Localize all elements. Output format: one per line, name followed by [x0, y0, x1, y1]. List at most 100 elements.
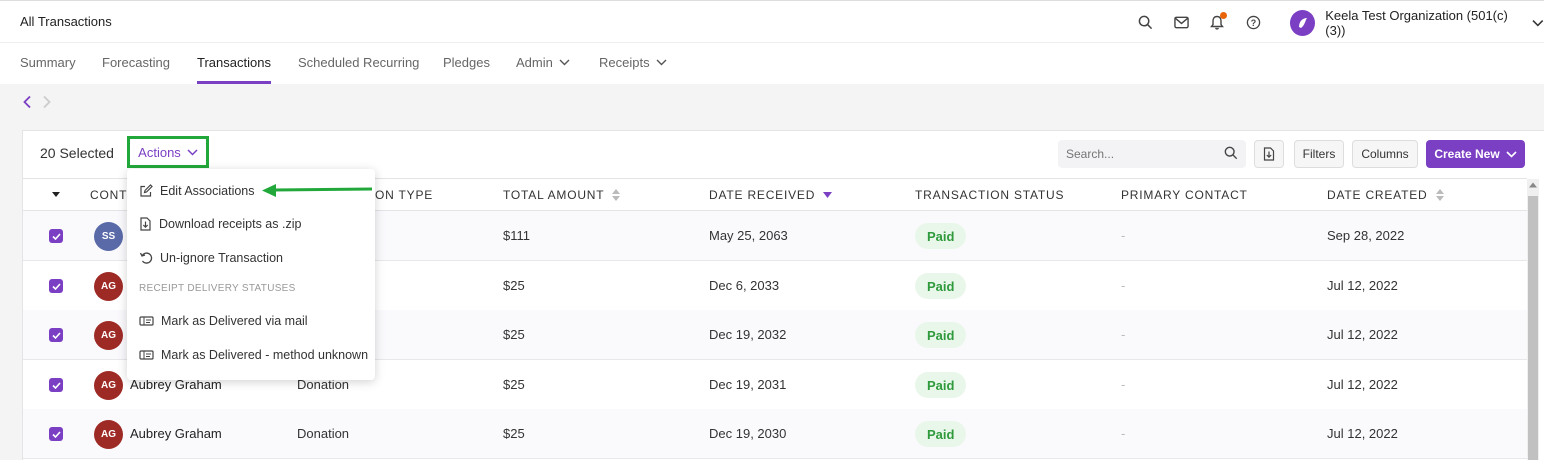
chevron-down-icon [187, 148, 198, 156]
menu-item-unignore-transaction[interactable]: Un-ignore Transaction [139, 251, 283, 265]
menu-item-label: Mark as Delivered - method unknown [161, 348, 369, 362]
row-checkbox[interactable] [49, 279, 63, 293]
checkmark-icon [51, 282, 61, 290]
tab-receipts-label: Receipts [599, 55, 650, 70]
column-header-label: DATE CREATED [1327, 188, 1428, 202]
column-header-total-amount[interactable]: TOTAL AMOUNT [503, 188, 621, 202]
total-amount: $25 [503, 278, 525, 293]
date-created: Jul 12, 2022 [1327, 327, 1398, 342]
edit-icon [140, 184, 153, 197]
chevron-down-icon [559, 59, 570, 66]
search-box [1058, 140, 1246, 168]
menu-section-label: RECEIPT DELIVERY STATUSES [139, 283, 296, 294]
download-icon [140, 217, 151, 231]
ticket-icon [139, 350, 154, 360]
transaction-type: Donation [297, 426, 350, 441]
total-amount: $25 [503, 377, 525, 392]
actions-button[interactable]: Actions [127, 136, 209, 168]
row-checkbox[interactable] [49, 378, 63, 392]
file-download-icon [1263, 147, 1275, 161]
total-amount: $25 [503, 327, 525, 342]
actions-menu: Edit Associations Download receipts as .… [127, 169, 375, 380]
create-new-label: Create New [1434, 147, 1500, 161]
actions-label: Actions [138, 144, 181, 160]
mail-icon[interactable] [1172, 13, 1190, 31]
row-checkbox[interactable] [49, 229, 63, 243]
row-checkbox[interactable] [49, 427, 63, 441]
column-header-date-created[interactable]: DATE CREATED [1327, 188, 1444, 202]
checkmark-icon [51, 331, 61, 339]
columns-button[interactable]: Columns [1352, 140, 1418, 168]
date-created: Sep 28, 2022 [1327, 228, 1405, 243]
nav-tabs: Summary Forecasting Transactions Schedul… [0, 42, 1544, 84]
column-header-date-received[interactable]: DATE RECEIVED [709, 188, 833, 202]
selected-count: 20 Selected [40, 145, 114, 161]
status-badge: Paid [915, 322, 967, 348]
column-header-label: TOTAL AMOUNT [503, 188, 605, 202]
active-tab-indicator [197, 81, 271, 84]
date-received: Dec 19, 2031 [709, 377, 787, 392]
tab-transactions[interactable]: Transactions [197, 55, 271, 70]
column-header-transaction-status[interactable]: TRANSACTION STATUS [915, 188, 1064, 202]
column-header-contact[interactable]: CONT [90, 188, 127, 202]
avatar: AG [94, 420, 123, 449]
search-icon[interactable] [1224, 146, 1238, 160]
scroll-up-arrow-icon[interactable] [1528, 181, 1538, 189]
create-new-button[interactable]: Create New [1426, 140, 1525, 168]
tab-receipts[interactable]: Receipts [599, 55, 667, 70]
org-name: Keela Test Organization (501(c)(3)) [1325, 8, 1508, 38]
date-received: Dec 19, 2032 [709, 327, 787, 342]
row-checkbox[interactable] [49, 328, 63, 342]
tab-scheduled-recurring[interactable]: Scheduled Recurring [298, 55, 419, 70]
undo-icon [139, 252, 153, 264]
status-badge: Paid [915, 223, 967, 249]
filters-button[interactable]: Filters [1294, 140, 1344, 168]
checkmark-icon [51, 232, 61, 240]
search-icon[interactable] [1136, 13, 1154, 31]
date-created: Jul 12, 2022 [1327, 426, 1398, 441]
date-created: Jul 12, 2022 [1327, 377, 1398, 392]
export-button[interactable] [1254, 140, 1284, 168]
column-header-transaction-type[interactable]: ON TYPE [375, 188, 433, 202]
checkmark-icon [51, 430, 61, 438]
scrollbar-thumb[interactable] [1528, 196, 1538, 460]
bell-icon[interactable] [1208, 12, 1227, 31]
menu-item-mark-delivered-unknown[interactable]: Mark as Delivered - method unknown [139, 348, 368, 362]
date-received: May 25, 2063 [709, 228, 788, 243]
column-header-primary-contact[interactable]: PRIMARY CONTACT [1121, 188, 1248, 202]
avatar: SS [94, 222, 123, 251]
chevron-down-icon [1532, 20, 1544, 27]
sort-descending-icon [823, 192, 833, 198]
notification-dot [1220, 12, 1227, 19]
menu-item-download-receipts[interactable]: Download receipts as .zip [139, 217, 301, 231]
org-switcher[interactable]: Keela Test Organization (501(c)(3)) [1290, 8, 1544, 38]
ticket-icon [139, 316, 154, 326]
menu-item-edit-associations[interactable]: Edit Associations [139, 184, 255, 198]
help-icon[interactable]: ? [1244, 13, 1262, 31]
tab-admin[interactable]: Admin [516, 55, 570, 70]
chevron-left-icon[interactable] [22, 95, 32, 109]
top-bar: All Transactions ? Keela Test Organizati… [0, 0, 1544, 42]
annotation-arrow-icon [262, 184, 373, 197]
tab-forecasting[interactable]: Forecasting [102, 55, 170, 70]
tab-summary[interactable]: Summary [20, 55, 76, 70]
caret-down-icon[interactable] [52, 192, 60, 197]
avatar: AG [94, 321, 123, 350]
top-icons: ? [1136, 12, 1262, 31]
checkmark-icon [51, 381, 61, 389]
table-row[interactable]: AG Aubrey Graham Donation $25 Dec 19, 20… [23, 409, 1527, 459]
chevron-down-icon [1506, 150, 1517, 158]
tab-pledges[interactable]: Pledges [443, 55, 490, 70]
chevron-down-icon [656, 59, 667, 66]
search-input[interactable] [1058, 140, 1208, 168]
menu-item-label: Un-ignore Transaction [160, 251, 283, 265]
tab-admin-label: Admin [516, 55, 553, 70]
menu-item-mark-delivered-mail[interactable]: Mark as Delivered via mail [139, 314, 308, 328]
primary-contact: - [1121, 377, 1126, 392]
contact-name[interactable]: Aubrey Graham [130, 426, 222, 441]
menu-item-label: Download receipts as .zip [159, 217, 302, 231]
primary-contact: - [1121, 278, 1126, 293]
primary-contact: - [1121, 228, 1126, 243]
chevron-right-icon[interactable] [42, 95, 52, 109]
column-header-label: DATE RECEIVED [709, 188, 816, 202]
